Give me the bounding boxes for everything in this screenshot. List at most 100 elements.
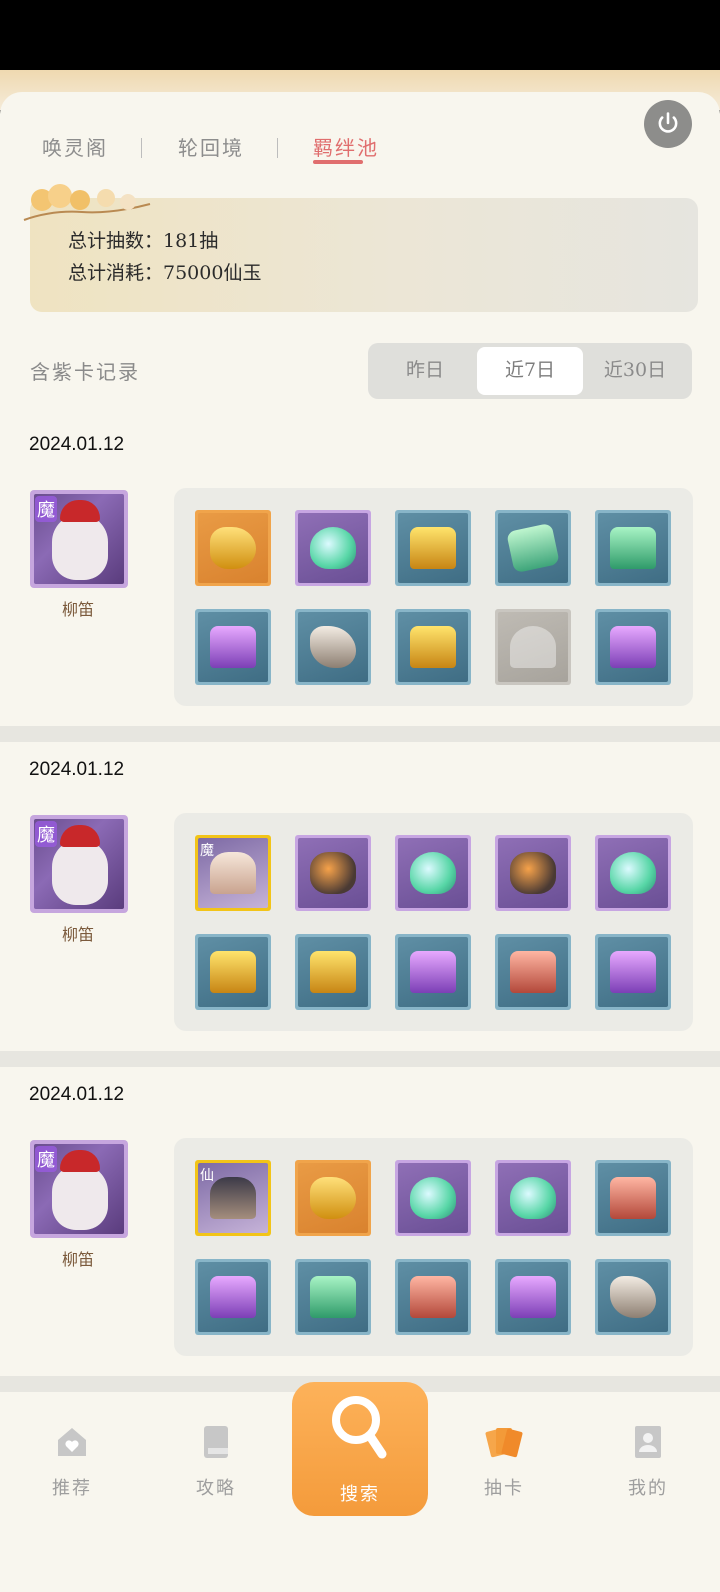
draw-item[interactable] (395, 609, 471, 685)
item-art (198, 513, 268, 583)
draw-item[interactable] (195, 934, 271, 1010)
draw-item[interactable] (295, 609, 371, 685)
chest-purple-icon (610, 951, 656, 993)
cards-icon (485, 1428, 523, 1458)
tab-jibanchi[interactable]: 羁绊池 (313, 132, 379, 161)
item-art: 魔 (198, 838, 268, 908)
character-avatar[interactable]: 魔 (30, 1140, 128, 1238)
item-art (298, 937, 368, 1007)
gem-icon (410, 852, 456, 894)
item-art (298, 612, 368, 682)
item-art (298, 513, 368, 583)
draw-item[interactable] (195, 609, 271, 685)
range-selector: 昨日 近7日 近30日 (368, 343, 692, 399)
draw-item[interactable] (495, 609, 571, 685)
draw-item[interactable] (595, 1259, 671, 1335)
draw-item[interactable] (195, 510, 271, 586)
gem-icon (410, 1177, 456, 1219)
range-7-days[interactable]: 近7日 (477, 347, 583, 395)
chest-purple-icon (510, 1276, 556, 1318)
character-avatar[interactable]: 魔 (30, 490, 128, 588)
item-art (198, 612, 268, 682)
character-avatar[interactable]: 魔 (30, 815, 128, 913)
nav-recommend[interactable]: 推荐 (32, 1422, 112, 1500)
draw-item[interactable] (495, 1259, 571, 1335)
nav-gacha-label: 抽卡 (484, 1478, 524, 1499)
avatar-hair (60, 825, 100, 847)
item-art (498, 937, 568, 1007)
draw-item[interactable] (295, 1259, 371, 1335)
nav-profile-label: 我的 (628, 1478, 668, 1499)
draw-item[interactable]: 仙 (195, 1160, 271, 1236)
item-art (298, 838, 368, 908)
draw-item[interactable] (295, 835, 371, 911)
nav-search-button[interactable]: 搜索 (292, 1382, 428, 1516)
draw-item[interactable] (595, 934, 671, 1010)
character-name: 柳笛 (62, 925, 95, 944)
draw-item[interactable] (395, 510, 471, 586)
avatar-art: 魔 (34, 819, 124, 909)
group-divider (0, 1051, 720, 1067)
draw-item[interactable] (195, 1259, 271, 1335)
nav-guide[interactable]: 攻略 (176, 1422, 256, 1500)
draw-item[interactable] (595, 835, 671, 911)
character-name: 柳笛 (62, 1250, 95, 1269)
item-art (598, 937, 668, 1007)
active-tab-indicator (313, 160, 363, 164)
chest-purple-icon (610, 626, 656, 668)
item-art (498, 1163, 568, 1233)
range-30-days[interactable]: 近30日 (582, 347, 688, 395)
draw-item[interactable] (495, 1160, 571, 1236)
chest-gold-icon (210, 951, 256, 993)
draw-item[interactable] (595, 510, 671, 586)
item-art (598, 513, 668, 583)
chest-red-icon (510, 951, 556, 993)
avatar-hair (60, 500, 100, 522)
shard-icon (310, 1177, 356, 1219)
gem-icon (310, 527, 356, 569)
item-art (298, 1163, 368, 1233)
character-name: 柳笛 (62, 600, 95, 619)
nav-gacha[interactable]: 抽卡 (464, 1422, 544, 1500)
draw-item[interactable] (495, 835, 571, 911)
draw-item[interactable] (595, 1160, 671, 1236)
draw-item[interactable] (395, 1160, 471, 1236)
avatar-face (52, 514, 108, 580)
status-bar (0, 0, 720, 70)
item-art (398, 937, 468, 1007)
portrait-dark-icon (210, 1177, 256, 1219)
draw-item[interactable] (495, 510, 571, 586)
avatar-face (52, 839, 108, 905)
draw-item[interactable] (295, 934, 371, 1010)
draw-item[interactable] (395, 835, 471, 911)
chest-red-icon (610, 1177, 656, 1219)
draw-item[interactable] (495, 934, 571, 1010)
item-art (598, 838, 668, 908)
draw-item[interactable] (295, 1160, 371, 1236)
chest-red-icon (410, 1276, 456, 1318)
gem-icon (510, 1177, 556, 1219)
portrait-icon (210, 852, 256, 894)
chest-gold-icon (410, 527, 456, 569)
tab-huanlingge[interactable]: 唤灵阁 (42, 132, 108, 161)
tab-lunhuijing[interactable]: 轮回境 (178, 132, 244, 161)
gem-icon (610, 852, 656, 894)
item-art (398, 1163, 468, 1233)
chest-green-icon (610, 527, 656, 569)
item-art (498, 612, 568, 682)
range-yesterday[interactable]: 昨日 (372, 347, 478, 395)
ember-icon (310, 852, 356, 894)
chest-gold-icon (310, 951, 356, 993)
draw-item[interactable] (395, 934, 471, 1010)
group-divider (0, 726, 720, 742)
draw-item[interactable] (395, 1259, 471, 1335)
item-art (398, 838, 468, 908)
item-art (598, 612, 668, 682)
nav-profile[interactable]: 我的 (608, 1422, 688, 1500)
draw-item[interactable] (295, 510, 371, 586)
item-art (198, 937, 268, 1007)
item-art: 仙 (198, 1163, 268, 1233)
draw-item[interactable] (595, 609, 671, 685)
draw-item[interactable]: 魔 (195, 835, 271, 911)
blossom-decoration-icon (23, 184, 151, 221)
